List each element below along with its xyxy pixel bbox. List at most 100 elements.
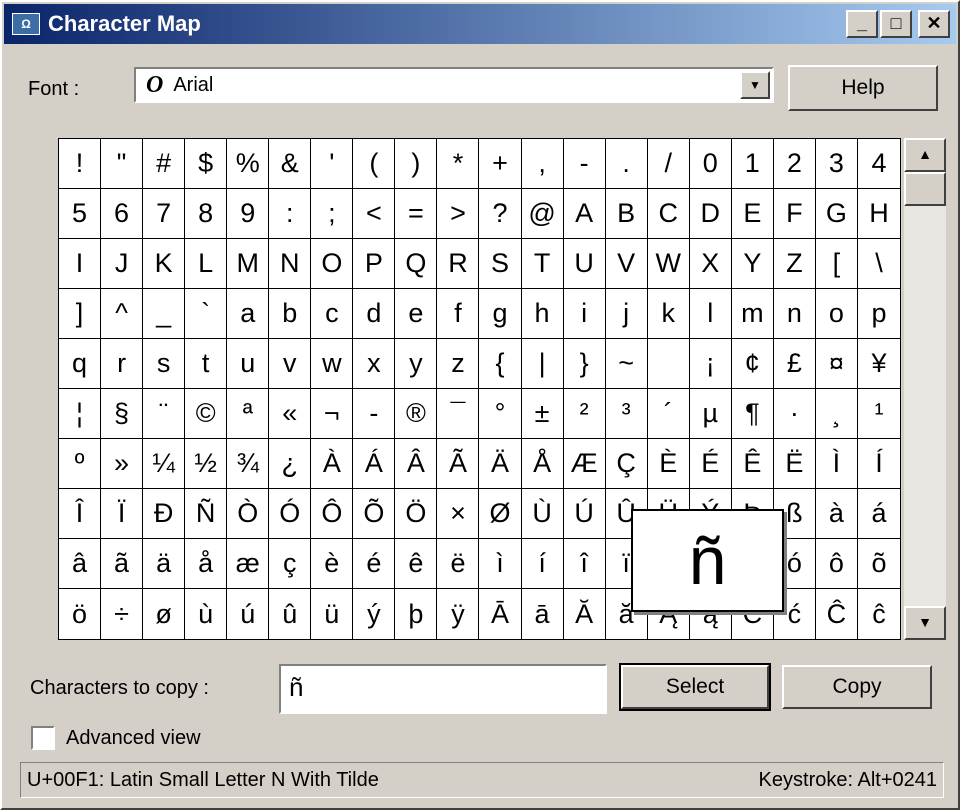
character-cell[interactable]: þ <box>395 589 438 639</box>
character-cell[interactable]: Å <box>521 439 564 489</box>
character-cell[interactable]: y <box>395 339 438 389</box>
character-cell[interactable]: ¥ <box>857 339 900 389</box>
character-cell[interactable]: Ð <box>143 489 186 539</box>
scroll-down-button[interactable]: ▼ <box>904 606 946 640</box>
character-cell[interactable]: · <box>773 389 816 439</box>
character-cell[interactable]: Ô <box>311 489 354 539</box>
character-cell[interactable]: H <box>857 189 900 239</box>
character-cell[interactable]: ^ <box>101 289 144 339</box>
character-cell[interactable]: â <box>59 539 102 589</box>
character-cell[interactable]: × <box>437 489 480 539</box>
character-cell[interactable]: 7 <box>143 189 186 239</box>
character-cell[interactable]: à <box>815 489 858 539</box>
copy-button[interactable]: Copy <box>782 665 932 709</box>
character-cell[interactable]: ā <box>522 589 564 639</box>
advanced-view-label[interactable]: Advanced view <box>66 727 201 750</box>
character-cell[interactable]: À <box>311 439 354 489</box>
character-cell[interactable]: Ã <box>437 439 480 489</box>
character-cell[interactable]: É <box>689 439 732 489</box>
character-cell[interactable]: x <box>353 339 396 389</box>
character-cell[interactable]: ` <box>185 289 228 339</box>
character-cell[interactable]: 9 <box>227 189 270 239</box>
character-cell[interactable]: Á <box>353 439 396 489</box>
character-cell[interactable]: 8 <box>185 189 228 239</box>
character-cell[interactable]: | <box>521 339 564 389</box>
character-cell[interactable]: é <box>353 539 396 589</box>
character-cell[interactable]: ® <box>395 389 438 439</box>
character-cell[interactable]: w <box>311 339 354 389</box>
character-cell[interactable]: ] <box>59 289 102 339</box>
character-cell[interactable]: æ <box>227 539 270 589</box>
character-cell[interactable]: % <box>227 139 270 189</box>
character-cell[interactable]: ´ <box>647 389 690 439</box>
character-cell[interactable]: } <box>563 339 606 389</box>
character-cell[interactable]: Ï <box>101 489 144 539</box>
advanced-view-checkbox[interactable] <box>31 726 55 750</box>
character-cell[interactable]: [ <box>815 239 858 289</box>
maximize-button[interactable]: □ <box>880 10 912 38</box>
vertical-scrollbar[interactable]: ▲ ▼ <box>904 138 946 640</box>
font-dropdown[interactable]: O Arial ▼ <box>134 67 774 103</box>
character-cell[interactable]: i <box>563 289 606 339</box>
character-cell[interactable]: ¼ <box>143 439 186 489</box>
character-cell[interactable]: Æ <box>563 439 606 489</box>
scroll-thumb[interactable] <box>904 172 946 206</box>
character-cell[interactable]: v <box>269 339 312 389</box>
character-cell[interactable]: V <box>605 239 648 289</box>
character-cell[interactable]: ¤ <box>815 339 858 389</box>
character-cell[interactable]: ¹ <box>857 389 900 439</box>
character-cell[interactable]: X <box>689 239 732 289</box>
character-cell[interactable]: z <box>437 339 480 389</box>
character-cell[interactable]: " <box>101 139 144 189</box>
character-cell[interactable]: u <box>227 339 270 389</box>
character-cell[interactable]: = <box>395 189 438 239</box>
close-button[interactable]: ✕ <box>918 10 950 38</box>
character-cell[interactable]: $ <box>185 139 228 189</box>
character-cell[interactable]: ü <box>311 589 354 639</box>
character-cell[interactable]: ö <box>59 589 102 639</box>
character-cell[interactable]: Ĉ <box>816 589 858 639</box>
character-cell[interactable]: Ø <box>479 489 522 539</box>
character-cell[interactable]: { <box>479 339 522 389</box>
character-cell[interactable]: ë <box>437 539 480 589</box>
title-bar[interactable]: Ω Character Map _ □ ✕ <box>4 4 956 44</box>
character-cell[interactable]: ÷ <box>101 589 144 639</box>
character-cell[interactable]: p <box>857 289 900 339</box>
character-cell[interactable]: o <box>815 289 858 339</box>
character-cell[interactable]: å <box>185 539 228 589</box>
character-cell[interactable]: 3 <box>815 139 858 189</box>
character-cell[interactable]: 5 <box>59 189 102 239</box>
character-cell[interactable]: > <box>437 189 480 239</box>
character-cell[interactable]: õ <box>857 539 900 589</box>
character-cell[interactable]: * <box>437 139 480 189</box>
character-cell[interactable]: Ñ <box>185 489 228 539</box>
character-cell[interactable]: Ā <box>479 589 522 639</box>
character-cell[interactable]: Ì <box>815 439 858 489</box>
character-cell[interactable]: ã <box>101 539 144 589</box>
character-cell[interactable]: ¬ <box>311 389 354 439</box>
character-cell[interactable]: R <box>437 239 480 289</box>
character-cell[interactable]: á <box>857 489 900 539</box>
character-cell[interactable]: P <box>353 239 396 289</box>
character-cell[interactable]: s <box>143 339 186 389</box>
character-cell[interactable]: Ó <box>269 489 312 539</box>
character-cell[interactable]: ý <box>353 589 396 639</box>
character-cell[interactable]: ~ <box>605 339 648 389</box>
character-cell[interactable]: ç <box>269 539 312 589</box>
character-cell[interactable]: ¿ <box>269 439 312 489</box>
character-cell[interactable]: S <box>479 239 522 289</box>
character-cell[interactable]: < <box>353 189 396 239</box>
character-cell[interactable]: a <box>227 289 270 339</box>
character-cell[interactable]: Ú <box>563 489 606 539</box>
character-cell[interactable]: ø <box>143 589 186 639</box>
character-cell[interactable]: ù <box>185 589 228 639</box>
character-cell[interactable]: A <box>563 189 606 239</box>
chevron-down-icon[interactable]: ▼ <box>740 71 770 99</box>
character-cell[interactable]: Ê <box>731 439 774 489</box>
character-cell[interactable]: µ <box>689 389 732 439</box>
character-cell[interactable]: j <box>605 289 648 339</box>
character-cell[interactable]: N <box>269 239 312 289</box>
character-cell[interactable]: l <box>689 289 732 339</box>
character-cell[interactable]: Î <box>59 489 102 539</box>
character-cell[interactable]: # <box>143 139 186 189</box>
